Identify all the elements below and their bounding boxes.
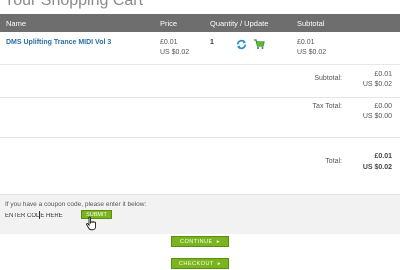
header-subtotal: Subtotal	[297, 19, 325, 28]
item-price-usd: US $0.02	[160, 49, 190, 56]
tax-usd: US $0.00	[362, 113, 392, 120]
header-quantity: Quantity / Update	[210, 19, 269, 28]
chevron-right-icon: ▸	[217, 261, 222, 267]
item-subtotal-usd: US $0.02	[297, 49, 327, 56]
tax-row: Tax Total: £0.00 US $0.00	[0, 98, 400, 138]
item-quantity[interactable]: 1	[210, 39, 214, 46]
subtotal-gbp: £0.01	[374, 71, 392, 78]
subtotal-usd: US $0.02	[362, 81, 392, 88]
coupon-prompt: If you have a coupon code, please enter …	[5, 201, 147, 208]
continue-button[interactable]: CONTINUE ▸	[171, 236, 229, 247]
header-name: Name	[6, 19, 27, 28]
header-price: Price	[160, 19, 178, 28]
tax-gbp: £0.00	[374, 103, 392, 110]
page-title: Your Shopping Cart	[4, 0, 144, 9]
product-link[interactable]: DMS Uplifting Trance MIDI Vol 3	[6, 39, 111, 46]
total-gbp: £0.01	[374, 153, 392, 160]
refresh-icon[interactable]	[236, 39, 247, 50]
checkout-button[interactable]: CHECKOUT ▸	[171, 258, 229, 269]
hand-pointer-icon	[86, 216, 96, 231]
total-label: Total:	[325, 158, 342, 165]
subtotal-row: Subtotal: £0.01 US $0.02	[0, 65, 400, 98]
total-row: Total: £0.01 US $0.02	[0, 138, 400, 185]
checkout-label: CHECKOUT	[178, 261, 214, 267]
cart-table-header: Name Price Quantity / Update Subtotal	[0, 14, 400, 32]
item-price-gbp: £0.01	[160, 39, 178, 46]
remove-from-cart-icon[interactable]	[253, 38, 265, 50]
chevron-right-icon: ▸	[216, 239, 220, 245]
subtotal-label: Subtotal:	[314, 75, 342, 82]
total-usd: US $0.02	[362, 164, 392, 171]
cart-item-row: DMS Uplifting Trance MIDI Vol 3 £0.01 US…	[0, 32, 400, 65]
text-caret	[39, 211, 40, 219]
tax-label: Tax Total:	[312, 103, 342, 110]
item-subtotal-gbp: £0.01	[297, 39, 315, 46]
coupon-section: If you have a coupon code, please enter …	[0, 194, 400, 234]
continue-label: CONTINUE	[180, 239, 213, 245]
coupon-code-input[interactable]	[5, 211, 80, 221]
